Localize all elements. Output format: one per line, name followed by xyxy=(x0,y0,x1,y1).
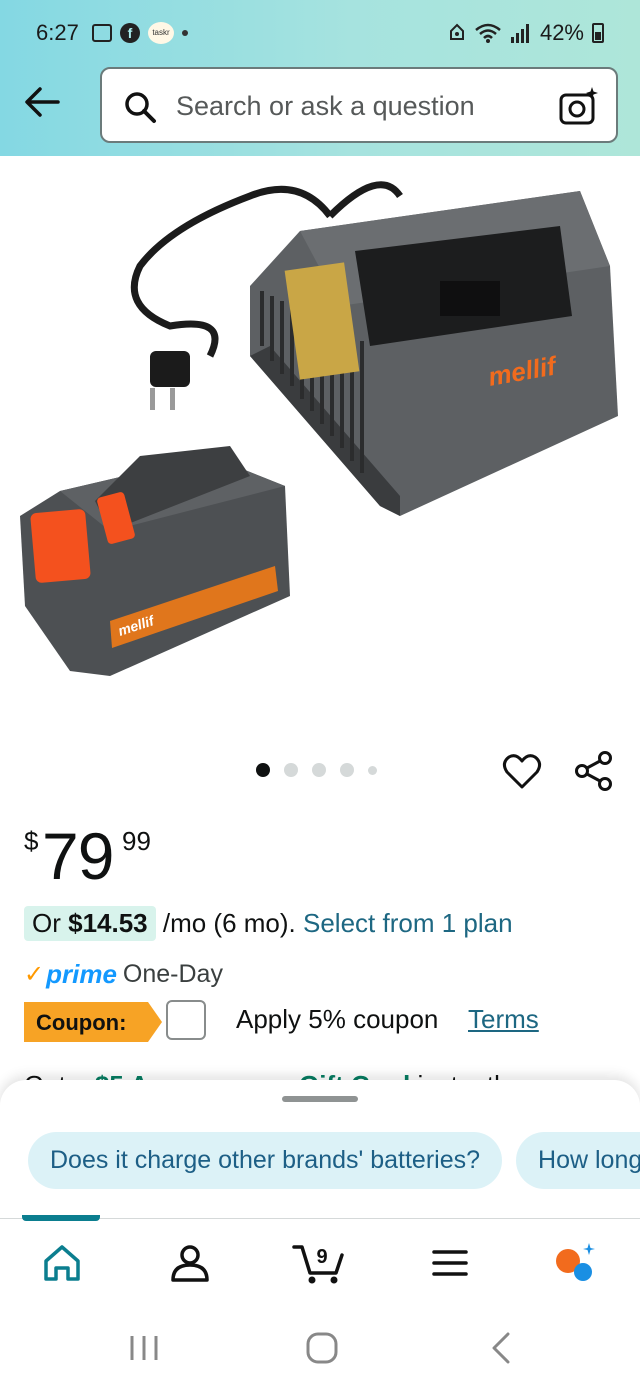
suggested-question-chip[interactable]: How long does it take to charge? xyxy=(516,1132,640,1189)
amazon-product-page: 6:27 f taskr 42% Search or ask a questio… xyxy=(0,0,640,1388)
header: 6:27 f taskr 42% Search or ask a questio… xyxy=(0,0,640,156)
installment-amount: $14.53 xyxy=(68,908,148,938)
cart-icon: 9 xyxy=(292,1245,344,1284)
coupon-checkbox[interactable] xyxy=(166,1000,206,1040)
assistant-suggestions-sheet: Does it charge other brands' batteries? … xyxy=(0,1080,640,1220)
coupon-badge: Coupon: xyxy=(24,1002,162,1042)
signal-icon xyxy=(510,24,529,43)
sheet-drag-handle[interactable] xyxy=(282,1096,358,1102)
prime-logo: prime xyxy=(46,958,117,989)
search-input[interactable]: Search or ask a question xyxy=(176,91,475,122)
product-image[interactable]: mellif mellif xyxy=(0,156,640,736)
facebook-icon: f xyxy=(120,23,140,43)
cart-count: 9 xyxy=(316,1246,327,1268)
delivery-speed: One-Day xyxy=(122,959,223,988)
prime-check-icon: ✓ xyxy=(24,960,45,988)
back-arrow-icon[interactable] xyxy=(22,84,62,120)
account-icon[interactable] xyxy=(168,1241,212,1285)
suggested-questions: Does it charge other brands' batteries? … xyxy=(28,1132,640,1189)
price-whole: 79 xyxy=(42,819,114,893)
home-icon[interactable] xyxy=(40,1241,84,1285)
recent-apps-icon[interactable] xyxy=(124,1328,164,1368)
taskr-app-icon: taskr xyxy=(148,22,174,44)
coupon-terms-link[interactable]: Terms xyxy=(468,1004,539,1035)
carousel-dot[interactable] xyxy=(368,765,377,775)
coupon-row: Coupon: Apply 5% coupon Terms xyxy=(24,1000,624,1044)
price-fraction: 99 xyxy=(122,826,151,856)
carousel-dot[interactable] xyxy=(284,763,298,777)
carousel-dot[interactable] xyxy=(340,763,354,777)
price-currency: $ xyxy=(24,826,39,856)
battery-percent: 42% xyxy=(539,20,584,45)
prime-delivery: ✓ prime One-Day xyxy=(24,958,223,990)
gallery-icon xyxy=(92,24,112,42)
wishlist-heart-icon[interactable] xyxy=(502,752,542,792)
battery-icon xyxy=(592,23,604,43)
wifi-icon xyxy=(475,23,501,43)
installment-prefix: Or xyxy=(32,908,69,938)
coupon-label[interactable]: Apply 5% coupon xyxy=(236,1004,438,1035)
search-bar[interactable]: Search or ask a question xyxy=(100,67,618,143)
installment-offer: Or $14.53 /mo (6 mo). Select from 1 plan xyxy=(24,906,513,941)
alarm-icon xyxy=(449,23,464,40)
share-icon[interactable] xyxy=(574,750,614,792)
notification-icons: f taskr xyxy=(92,22,188,44)
status-time: 6:27 xyxy=(36,20,79,45)
select-plan-link[interactable]: Select from 1 plan xyxy=(303,908,513,939)
rufus-assistant-icon[interactable] xyxy=(552,1241,596,1285)
carousel-dot[interactable] xyxy=(256,763,270,777)
status-bar: 6:27 f taskr 42% xyxy=(0,14,640,50)
installment-amount-pill: Or $14.53 xyxy=(24,906,156,941)
system-back-icon[interactable] xyxy=(482,1328,522,1368)
installment-terms: /mo (6 mo). xyxy=(155,908,303,938)
carousel-dot[interactable] xyxy=(312,763,326,777)
search-icon xyxy=(125,92,156,123)
camera-search-icon[interactable] xyxy=(558,85,600,127)
system-navigation-bar xyxy=(0,1304,640,1388)
menu-icon[interactable] xyxy=(428,1241,472,1285)
cart-button[interactable]: 9 xyxy=(292,1241,348,1285)
suggested-question-chip[interactable]: Does it charge other brands' batteries? xyxy=(28,1132,503,1189)
bottom-navigation: 9 xyxy=(0,1215,640,1304)
active-tab-indicator xyxy=(22,1215,100,1221)
home-button-icon[interactable] xyxy=(302,1328,342,1368)
image-carousel-indicator[interactable] xyxy=(256,763,377,777)
system-status-icons: 42% xyxy=(448,20,604,46)
more-notifications-dot xyxy=(182,30,188,36)
